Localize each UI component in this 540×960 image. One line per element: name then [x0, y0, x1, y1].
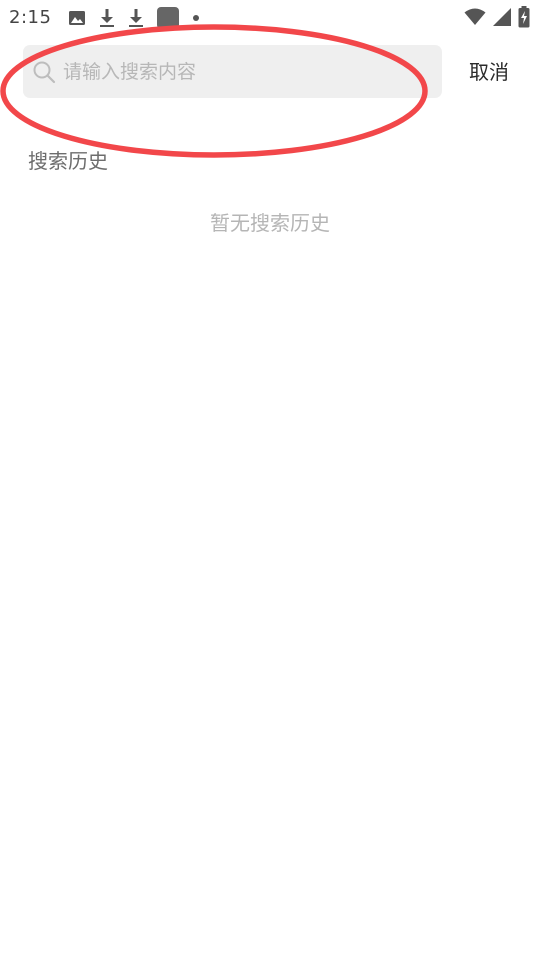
battery-charging-icon — [518, 6, 530, 28]
status-notification-icons — [68, 7, 200, 29]
search-box[interactable] — [23, 45, 442, 98]
search-input[interactable] — [63, 45, 433, 98]
download-icon — [128, 8, 144, 28]
wifi-icon — [464, 8, 486, 26]
status-time: 2:15 — [9, 7, 52, 28]
search-history-empty-text: 暂无搜索历史 — [210, 211, 330, 235]
status-system-icons — [464, 6, 530, 28]
image-icon — [68, 9, 86, 27]
search-history-title: 搜索历史 — [28, 149, 108, 173]
dot-icon — [192, 14, 200, 22]
cellular-signal-icon — [492, 8, 512, 26]
search-icon — [32, 60, 56, 84]
app-square-icon — [157, 7, 179, 29]
cancel-button[interactable]: 取消 — [458, 56, 520, 88]
download-icon — [99, 8, 115, 28]
status-bar: 2:15 — [0, 0, 540, 36]
